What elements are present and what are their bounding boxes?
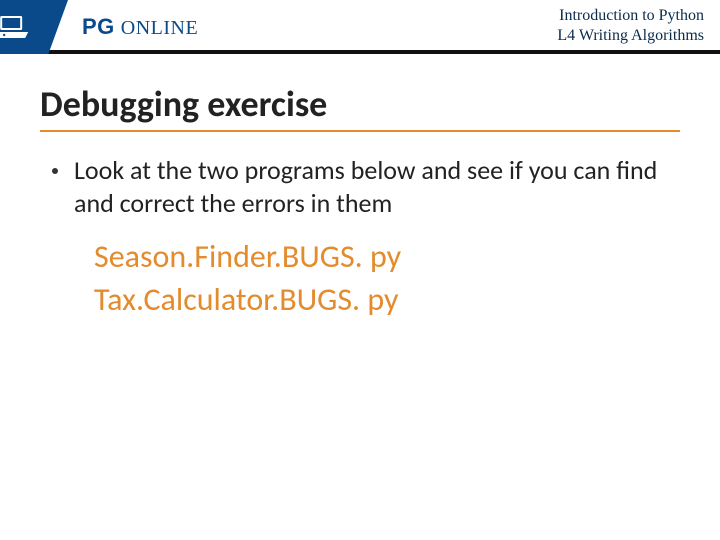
file-name: Tax.Calculator.BUGS. py — [94, 278, 684, 321]
bullet-item: Look at the two programs below and see i… — [52, 154, 684, 221]
brand-logo-block: PG ONLINE — [0, 0, 198, 54]
laptop-icon — [0, 14, 30, 40]
slide-title: Debugging exercise — [40, 82, 680, 132]
bullet-dot-icon — [52, 168, 58, 174]
brand-name-light: ONLINE — [121, 17, 198, 40]
course-title: Introduction to Python — [557, 6, 704, 26]
slide-header: PG ONLINE Introduction to Python L4 Writ… — [0, 0, 720, 54]
logo-background-shape — [0, 0, 68, 54]
brand-text: PG ONLINE — [82, 0, 198, 54]
lesson-title: L4 Writing Algorithms — [557, 26, 704, 46]
file-list: Season.Finder.BUGS. py Tax.Calculator.BU… — [94, 235, 684, 321]
brand-name-bold: PG — [82, 14, 115, 40]
slide-content: Debugging exercise Look at the two progr… — [0, 54, 720, 321]
course-label: Introduction to Python L4 Writing Algori… — [557, 6, 704, 46]
bullet-text: Look at the two programs below and see i… — [74, 154, 664, 221]
file-name: Season.Finder.BUGS. py — [94, 235, 684, 278]
